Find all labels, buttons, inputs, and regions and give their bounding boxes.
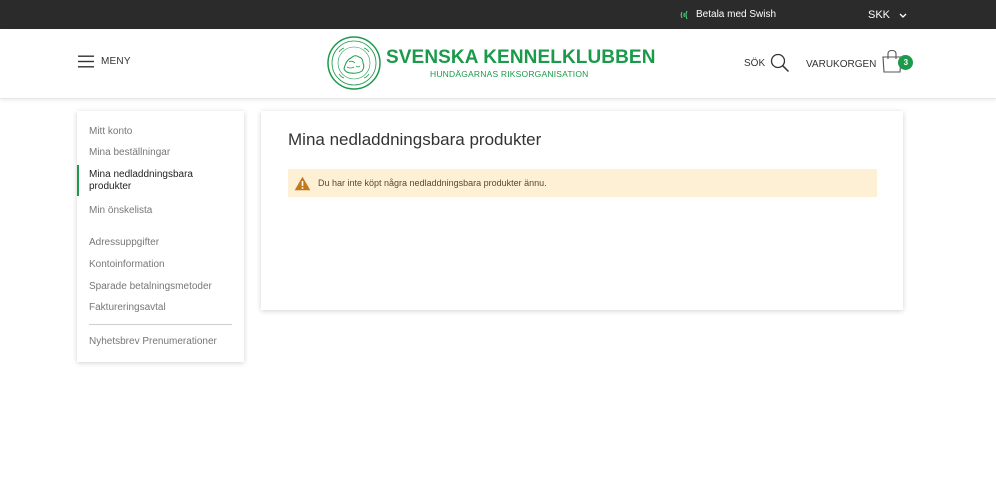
sidebar-item-onskelista[interactable]: Min önskelista xyxy=(89,205,152,217)
active-indicator xyxy=(77,165,79,196)
main-panel: Mina nedladdningsbara produkter Du har i… xyxy=(261,111,903,310)
menu-label: MENY xyxy=(101,56,131,67)
sidebar-item-nyhetsbrev[interactable]: Nyhetsbrev Prenumerationer xyxy=(89,336,217,348)
search-icon xyxy=(770,53,790,73)
notice-message: Du har inte köpt några nedladdningsbara … xyxy=(318,178,547,188)
top-bar: Betala med Swish SKK xyxy=(0,0,996,29)
sidebar-item-kontoinformation[interactable]: Kontoinformation xyxy=(89,259,165,271)
swish-label: Betala med Swish xyxy=(696,9,777,20)
logo-title: SVENSKA KENNELKLUBBEN xyxy=(386,46,656,68)
logo-subtitle: HUNDÄGARNAS RIKSORGANISATION xyxy=(430,68,589,79)
cart-count-badge: 3 xyxy=(898,55,914,70)
page-title: Mina nedladdningsbara produkter xyxy=(288,130,542,149)
warning-icon xyxy=(294,176,311,190)
kennel-seal-logo xyxy=(327,36,381,90)
sidebar-divider xyxy=(89,324,232,325)
hamburger-icon xyxy=(78,55,94,68)
cart-button[interactable]: VARUKORGEN 3 xyxy=(806,49,914,75)
sidebar-item-bestallningar[interactable]: Mina beställningar xyxy=(89,147,170,159)
sidebar-item-mitt-konto[interactable]: Mitt konto xyxy=(89,126,132,138)
currency-selector[interactable]: SKK xyxy=(868,9,907,21)
sidebar-item-adressuppgifter[interactable]: Adressuppgifter xyxy=(89,237,159,249)
sidebar-item-faktureringsavtal[interactable]: Faktureringsavtal xyxy=(89,302,166,314)
info-notice: Du har inte köpt några nedladdningsbara … xyxy=(288,169,877,197)
search-button[interactable]: SÖK xyxy=(744,53,790,73)
menu-button[interactable]: MENY xyxy=(78,55,131,68)
search-label: SÖK xyxy=(744,57,766,69)
site-logo[interactable]: SVENSKA KENNELKLUBBEN HUNDÄGARNAS RIKSOR… xyxy=(327,36,656,90)
swish-link[interactable]: Betala med Swish xyxy=(680,9,776,20)
cart-icon-wrapper: 3 xyxy=(880,49,914,75)
site-header: MENY SVENSKA KENNELKLUBBEN HUNDÄGARNAS R… xyxy=(0,29,996,99)
currency-label: SKK xyxy=(868,9,891,21)
chevron-down-icon xyxy=(899,13,907,18)
cart-label: VARUKORGEN xyxy=(806,58,877,70)
sidebar-item-betalningsmetoder[interactable]: Sparade betalningsmetoder xyxy=(89,281,212,293)
sidebar-item-nedladdningsbara-produkter[interactable]: Mina nedladdningsbara produkter xyxy=(89,169,229,193)
swish-icon xyxy=(680,10,688,19)
account-sidebar: Mitt konto Mina beställningar Mina nedla… xyxy=(77,111,244,362)
